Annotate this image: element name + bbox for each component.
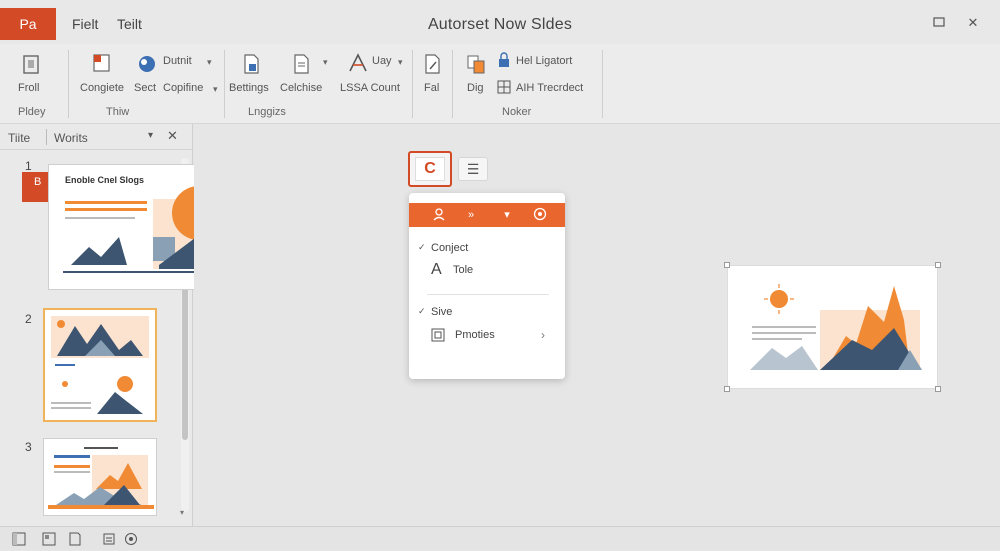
lssa-count-label[interactable]: LSSA Count — [340, 82, 400, 94]
hamburger-menu-button[interactable]: ☰ — [458, 157, 488, 181]
congiete-label[interactable]: Congiete — [80, 82, 124, 94]
reading-view-icon[interactable] — [102, 532, 116, 546]
chevron-down-icon[interactable]: ▾ — [148, 130, 153, 141]
tab-divider — [46, 129, 47, 145]
ribbon-separator — [68, 50, 69, 118]
slideshow-icon[interactable] — [124, 532, 138, 546]
selected-slide-marker: B — [22, 172, 48, 202]
document-icon[interactable] — [290, 53, 312, 75]
chevron-down-icon[interactable]: ▾ — [499, 207, 515, 223]
chevron-down-icon[interactable]: ▾ — [323, 57, 328, 68]
celchise-label[interactable]: Celchise — [280, 82, 322, 94]
ribbon-separator — [602, 50, 603, 118]
bettings-label[interactable]: Bettings — [229, 82, 269, 94]
chevron-down-icon[interactable]: ▾ — [207, 57, 212, 68]
menu-item-sive[interactable]: ✓ Sive — [409, 303, 565, 323]
group-label-pldey: Pldey — [18, 106, 46, 118]
menu-item-pmoties[interactable]: Pmoties › — [409, 326, 565, 346]
edit-doc-icon[interactable] — [421, 53, 443, 75]
dutnit-label[interactable]: Dutnit — [163, 55, 192, 67]
group-label-lnggizs: Lnggizs — [248, 106, 286, 118]
hamburger-icon: ☰ — [466, 160, 480, 177]
person-icon[interactable] — [431, 207, 447, 223]
froll-label[interactable]: Froll — [18, 82, 39, 94]
menu-item-conject[interactable]: ✓ Conject — [409, 239, 565, 259]
scroll-down-icon[interactable]: ▾ — [180, 508, 184, 517]
grid-icon[interactable] — [496, 79, 512, 95]
ribbon: Froll Pldey Congiete Dutnit ▾ Sect Copif… — [0, 44, 1000, 124]
copifine-label[interactable]: Copifine — [163, 82, 203, 94]
fal-label[interactable]: Fal — [424, 82, 439, 94]
double-chevron-icon[interactable]: » — [463, 207, 479, 223]
check-icon: ✓ — [418, 306, 426, 316]
normal-view-icon[interactable] — [12, 532, 26, 546]
font-a-icon[interactable] — [347, 52, 369, 74]
new-slide-icon[interactable] — [91, 52, 113, 74]
panel-header: Tiite Worits ▾ ✕ — [0, 124, 193, 150]
target-icon[interactable] — [532, 207, 548, 223]
copilot-button[interactable]: C — [408, 151, 452, 187]
menu-item-label: Pmoties — [455, 329, 495, 341]
text-a-icon: A — [431, 261, 442, 278]
title-bar: Pa Fielt Teilt Autorset Now Sldes ✕ — [0, 0, 1000, 44]
menu-item-tole[interactable]: A Tole — [409, 261, 565, 281]
globe-icon[interactable] — [136, 53, 158, 75]
group-label-noker: Noker — [502, 106, 532, 118]
ribbon-separator — [224, 50, 225, 118]
landscape-illustration — [750, 284, 922, 370]
copilot-label: C — [415, 157, 445, 181]
selected-image[interactable] — [727, 265, 938, 389]
properties-icon — [431, 328, 445, 342]
resize-handle[interactable] — [724, 386, 730, 392]
resize-handle[interactable] — [724, 262, 730, 268]
sect-label[interactable]: Sect — [134, 82, 156, 94]
slide-sorter-icon[interactable] — [42, 532, 56, 546]
ribbon-separator — [412, 50, 413, 118]
slide-2-illustration — [51, 316, 149, 414]
copilot-popup-menu: » ▾ ✓ Conject A Tole ✓ Sive Pmoties › — [409, 193, 565, 379]
dig-label[interactable]: Dig — [467, 82, 484, 94]
slide-3-illustration — [48, 447, 154, 509]
check-icon: ✓ — [418, 242, 426, 252]
panel-tab-worits[interactable]: Worits — [54, 131, 88, 145]
restore-icon[interactable] — [932, 16, 946, 30]
popup-toolbar: » ▾ — [409, 203, 565, 227]
resize-handle[interactable] — [935, 386, 941, 392]
chevron-right-icon: › — [541, 328, 545, 342]
group-label-thiw: Thiw — [106, 106, 130, 118]
settings-doc-icon[interactable] — [240, 53, 262, 75]
slide-thumbnail-panel: Tiite Worits ▾ ✕ ▾ 1 B Enoble Cnel Slogs… — [0, 124, 264, 526]
close-icon[interactable]: ✕ — [167, 128, 178, 144]
ribbon-separator — [452, 50, 453, 118]
menu-divider — [427, 294, 549, 295]
slide-number: 2 — [25, 312, 32, 326]
chevron-down-icon[interactable]: ▾ — [213, 84, 218, 95]
slide-number: 1 — [25, 159, 32, 173]
close-icon[interactable]: ✕ — [966, 16, 980, 30]
lock-icon[interactable] — [496, 52, 512, 68]
menu-item-label: Sive — [431, 306, 453, 318]
aih-trecrdect-label[interactable]: AIH Trecrdect — [516, 82, 583, 94]
menu-item-label: Conject — [431, 242, 469, 254]
slide-thumbnail-2[interactable] — [43, 308, 157, 422]
status-bar — [0, 526, 1000, 550]
menu-item-label: Tole — [453, 264, 474, 276]
slide-thumbnail-3[interactable] — [43, 438, 157, 516]
document-title: Autorset Now Sldes — [427, 16, 573, 33]
design-icon[interactable] — [465, 53, 487, 75]
hel-ligatort-label[interactable]: Hel Ligatort — [516, 55, 572, 67]
notes-icon[interactable] — [68, 532, 82, 546]
slide-number: 3 — [25, 440, 32, 454]
uay-label[interactable]: Uay — [372, 55, 392, 67]
resize-handle[interactable] — [935, 262, 941, 268]
panel-tab-tiite[interactable]: Tiite — [8, 131, 30, 145]
chevron-down-icon[interactable]: ▾ — [398, 57, 403, 68]
froll-icon[interactable] — [21, 54, 43, 76]
